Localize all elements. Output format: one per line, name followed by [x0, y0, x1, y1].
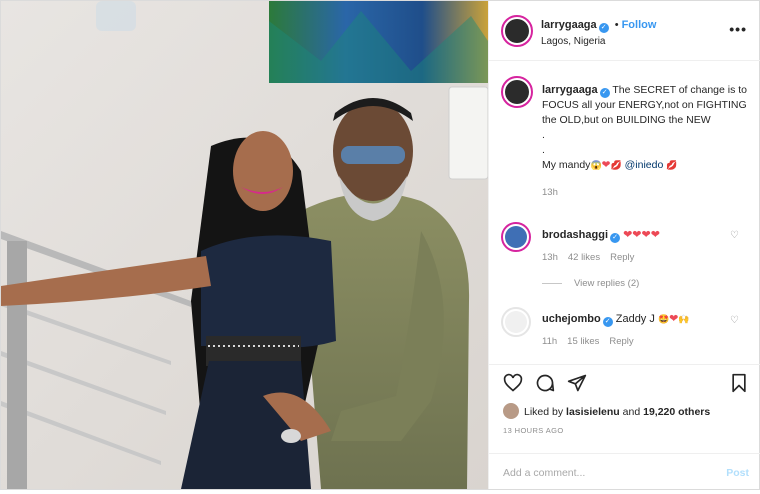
crying-face-emoji-icon: 😱: [590, 160, 602, 170]
caption-time[interactable]: 13h: [542, 187, 558, 198]
comment-bubble-icon[interactable]: [535, 373, 555, 393]
commenter-avatar[interactable]: [501, 307, 531, 337]
author-avatar[interactable]: [501, 15, 533, 47]
raised-hands-emoji-icon: 🙌: [678, 314, 690, 324]
caption-line2: My mandy😱❤💋 @iniedo 💋: [542, 158, 747, 173]
view-replies-row[interactable]: View replies (2): [542, 278, 649, 289]
liker-avatar[interactable]: [503, 403, 519, 419]
post-comment-button[interactable]: Post: [726, 467, 749, 479]
verified-badge-icon: ✓: [598, 23, 609, 33]
post-location[interactable]: Lagos, Nigeria: [541, 36, 605, 47]
liker-username[interactable]: lasisielenu: [566, 406, 620, 418]
post-panel: larrygaaga ✓ • Follow Lagos, Nigeria ••• l…: [488, 1, 760, 489]
post-actions: Liked by lasisielenu and 19,220 others 1…: [489, 364, 760, 494]
comment-meta: 11h 15 likes Reply: [542, 336, 644, 347]
author-username[interactable]: larrygaaga: [541, 19, 597, 31]
save-bookmark-icon[interactable]: [730, 373, 748, 393]
comment: uchejombo ✓ Zaddy J 🤩❤🙌: [542, 312, 690, 327]
like-comment-heart-icon[interactable]: ♡: [730, 315, 739, 326]
likes-and: and: [622, 406, 641, 418]
like-heart-icon[interactable]: [503, 373, 523, 393]
posted-time[interactable]: 13 HOURS AGO: [503, 426, 564, 435]
comment-input[interactable]: Add a comment...: [503, 467, 585, 479]
more-options-icon[interactable]: •••: [729, 21, 747, 37]
share-paper-plane-icon[interactable]: [567, 373, 587, 393]
caption: larrygaaga ✓ The SECRET of change is to F…: [542, 83, 747, 200]
mention-link[interactable]: @iniedo: [625, 159, 664, 171]
follow-button[interactable]: Follow: [622, 19, 657, 31]
instagram-post: larrygaaga ✓ • Follow Lagos, Nigeria ••• l…: [0, 0, 760, 490]
comments-section: larrygaaga ✓ The SECRET of change is to F…: [489, 62, 760, 364]
like-comment-heart-icon[interactable]: ♡: [730, 230, 739, 241]
caption-dot: .: [542, 129, 545, 141]
add-comment-bar: Add a comment... Post: [489, 453, 760, 491]
comment-meta: 13h 42 likes Reply: [542, 252, 644, 263]
caption-dot: .: [542, 144, 545, 156]
heart-emoji-icon: ❤: [669, 313, 679, 325]
likes-prefix: Liked by: [524, 406, 564, 418]
comment-time[interactable]: 11h: [542, 336, 557, 347]
star-eyes-emoji-icon: 🤩: [657, 314, 670, 324]
commenter-avatar[interactable]: [501, 222, 531, 252]
verified-badge-icon: ✓: [602, 317, 613, 327]
lips-emoji-icon: 💋: [666, 160, 678, 170]
comment-username[interactable]: uchejombo: [542, 313, 601, 325]
comment: brodashaggi ✓ ❤❤❤❤: [542, 228, 660, 243]
replies-line: [542, 282, 562, 284]
comment-text: Zaddy J: [615, 313, 655, 325]
comment-username[interactable]: brodashaggi: [542, 229, 608, 241]
reply-button[interactable]: Reply: [609, 336, 633, 347]
likes-count-link[interactable]: 19,220 others: [643, 406, 710, 418]
verified-badge-icon: ✓: [610, 233, 621, 243]
separator-dot: •: [614, 19, 619, 31]
view-replies-button[interactable]: View replies (2): [574, 278, 639, 289]
reply-button[interactable]: Reply: [610, 252, 634, 263]
caption-username[interactable]: larrygaaga: [542, 84, 598, 96]
comment-time[interactable]: 13h: [542, 252, 558, 263]
post-photo[interactable]: [1, 1, 488, 489]
header-name-row: larrygaaga ✓ • Follow: [541, 19, 656, 33]
comment-likes[interactable]: 15 likes: [567, 336, 599, 347]
heart-emoji-icon: ❤❤❤❤: [623, 229, 660, 241]
photo-illustration: [1, 1, 488, 489]
caption-line2-text: My mandy: [542, 159, 591, 171]
post-header: larrygaaga ✓ • Follow Lagos, Nigeria •••: [489, 1, 760, 61]
comment-likes[interactable]: 42 likes: [568, 252, 600, 263]
caption-avatar[interactable]: [501, 76, 533, 108]
caption-meta: 13h: [542, 185, 747, 200]
likes-summary: Liked by lasisielenu and 19,220 others: [503, 403, 710, 419]
lips-emoji-icon: 💋: [610, 160, 622, 170]
verified-badge-icon: ✓: [599, 88, 610, 98]
